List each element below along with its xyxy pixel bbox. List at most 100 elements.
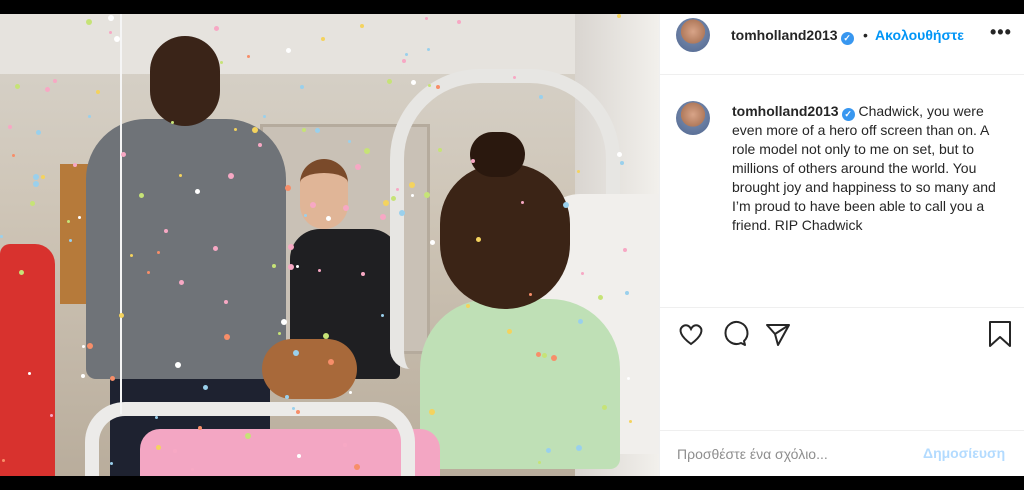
bottom-letterbox xyxy=(0,476,1024,490)
caption-avatar[interactable] xyxy=(676,101,710,135)
confetti-piece xyxy=(224,334,230,340)
confetti-piece xyxy=(629,420,632,423)
confetti-piece xyxy=(424,192,430,198)
photo-child-bun xyxy=(470,132,525,177)
confetti-piece xyxy=(86,19,92,25)
confetti-piece xyxy=(147,271,150,274)
confetti-piece xyxy=(286,48,291,53)
confetti-piece xyxy=(234,128,237,131)
confetti-piece xyxy=(476,237,481,242)
confetti-piece xyxy=(617,14,621,18)
confetti-piece xyxy=(402,59,406,63)
confetti-piece xyxy=(15,84,20,89)
bookmark-icon[interactable] xyxy=(985,319,1015,349)
verified-check-icon: ✓ xyxy=(840,32,854,45)
avatar[interactable] xyxy=(676,18,710,52)
confetti-piece xyxy=(563,202,569,208)
confetti-piece xyxy=(396,188,399,191)
confetti-piece xyxy=(175,362,181,368)
confetti-piece xyxy=(617,152,622,157)
confetti-piece xyxy=(228,173,234,179)
confetti-piece xyxy=(576,445,582,451)
confetti-piece xyxy=(360,24,364,28)
photo-ceiling xyxy=(0,14,659,74)
confetti-piece xyxy=(53,79,57,83)
caption-body: Chadwick, you were even more of a hero o… xyxy=(732,103,996,233)
confetti-piece xyxy=(36,130,41,135)
confetti-piece xyxy=(387,79,392,84)
post-side-panel: tomholland2013 ✓ • Ακολουθήστε ••• tomhol… xyxy=(659,14,1024,476)
confetti-piece xyxy=(349,391,352,394)
confetti-piece xyxy=(411,194,414,197)
more-options-icon[interactable]: ••• xyxy=(990,22,1012,43)
post-photo[interactable] xyxy=(0,14,659,476)
confetti-piece xyxy=(263,115,266,118)
confetti-piece xyxy=(438,148,442,152)
confetti-piece xyxy=(507,329,512,334)
confetti-piece xyxy=(173,449,177,453)
confetti-piece xyxy=(297,454,301,458)
confetti-piece xyxy=(191,468,194,471)
photo-man-body xyxy=(86,119,286,379)
confetti-piece xyxy=(466,304,470,308)
confetti-piece xyxy=(315,128,320,133)
photo-child-head xyxy=(440,164,570,309)
caption-username-text[interactable]: tomholland2013 xyxy=(732,103,839,119)
username-text[interactable]: tomholland2013 xyxy=(731,27,838,43)
confetti-piece xyxy=(546,448,551,453)
photo-front-rail xyxy=(85,402,415,476)
confetti-piece xyxy=(292,407,295,410)
confetti-piece xyxy=(296,265,299,268)
confetti-piece xyxy=(361,272,365,276)
caption-text: tomholland2013 ✓ Chadwick, you were even … xyxy=(732,102,1002,235)
comment-icon[interactable] xyxy=(720,319,750,349)
confetti-piece xyxy=(354,464,360,470)
confetti-piece xyxy=(318,269,321,272)
confetti-piece xyxy=(69,239,72,242)
confetti-piece xyxy=(577,170,580,173)
confetti-piece xyxy=(625,291,629,295)
confetti-piece xyxy=(391,196,396,201)
confetti-piece xyxy=(156,445,161,450)
confetti-piece xyxy=(380,214,386,220)
confetti-piece xyxy=(214,26,219,31)
confetti-piece xyxy=(288,264,294,270)
post-comment-button[interactable]: Δημοσίευση xyxy=(923,445,1005,461)
paper-plane-icon[interactable] xyxy=(763,319,793,349)
confetti-piece xyxy=(96,90,100,94)
confetti-piece xyxy=(195,189,200,194)
confetti-piece xyxy=(33,181,39,187)
confetti-piece xyxy=(328,359,334,365)
confetti-piece xyxy=(245,433,251,439)
confetti-piece xyxy=(0,235,3,238)
post-header: tomholland2013 ✓ • Ακολουθήστε ••• xyxy=(660,14,1024,75)
photo-woman-head xyxy=(300,159,348,229)
confetti-piece xyxy=(88,115,91,118)
comment-input[interactable] xyxy=(677,444,907,464)
confetti-piece xyxy=(304,214,307,217)
confetti-piece xyxy=(457,20,461,24)
post-username[interactable]: tomholland2013 ✓ xyxy=(731,27,854,45)
confetti-piece xyxy=(539,95,543,99)
confetti-piece xyxy=(300,85,304,89)
confetti-piece xyxy=(285,185,291,191)
heart-icon[interactable] xyxy=(676,319,706,349)
confetti-piece xyxy=(343,205,349,211)
confetti-piece xyxy=(171,121,174,124)
confetti-piece xyxy=(258,143,262,147)
confetti-piece xyxy=(139,193,144,198)
confetti-piece xyxy=(427,48,430,51)
follow-button[interactable]: Ακολουθήστε xyxy=(875,27,964,43)
confetti-piece xyxy=(252,127,258,133)
confetti-piece xyxy=(198,426,202,430)
confetti-piece xyxy=(364,148,370,154)
confetti-piece xyxy=(224,300,228,304)
caption-username[interactable]: tomholland2013 ✓ xyxy=(732,103,855,121)
confetti-piece xyxy=(302,128,306,132)
confetti-piece xyxy=(278,332,281,335)
confetti-piece xyxy=(67,220,70,223)
post-caption: tomholland2013 ✓ Chadwick, you were even … xyxy=(660,75,1024,308)
confetti-piece xyxy=(551,355,557,361)
photo-child-gown xyxy=(420,299,620,469)
confetti-piece xyxy=(581,272,584,275)
